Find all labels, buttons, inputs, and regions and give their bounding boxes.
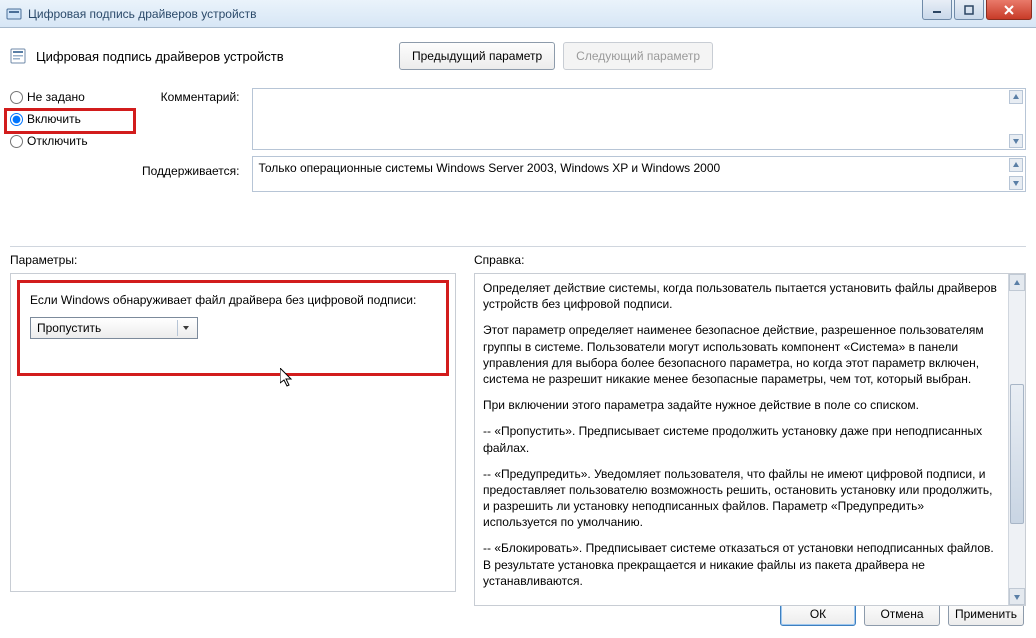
minimize-button[interactable] — [922, 0, 952, 20]
vertical-scrollbar[interactable] — [1008, 274, 1025, 605]
highlight-annotation: Если Windows обнаруживает файл драйвера … — [17, 280, 449, 376]
radio-not-configured-label: Не задано — [27, 90, 85, 104]
help-heading: Справка: — [474, 253, 1026, 267]
comment-field[interactable] — [252, 88, 1027, 150]
parameters-panel: Если Windows обнаруживает файл драйвера … — [10, 273, 456, 592]
radio-not-configured[interactable]: Не задано — [10, 90, 130, 104]
radio-disabled[interactable]: Отключить — [10, 134, 130, 148]
app-icon — [6, 6, 22, 22]
supported-label: Поддерживается: — [142, 164, 240, 178]
radio-not-configured-input[interactable] — [10, 91, 23, 104]
maximize-button[interactable] — [954, 0, 984, 20]
window-title: Цифровая подпись драйверов устройств — [28, 7, 257, 21]
chevron-down-icon — [177, 320, 193, 336]
action-dropdown[interactable]: Пропустить — [30, 317, 198, 339]
titlebar: Цифровая подпись драйверов устройств — [0, 0, 1036, 28]
help-paragraph: -- «Пропустить». Предписывает системе пр… — [483, 423, 1000, 455]
scroll-up-icon[interactable] — [1009, 274, 1025, 291]
help-panel: Определяет действие системы, когда польз… — [474, 273, 1026, 606]
parameters-heading: Параметры: — [10, 253, 456, 267]
radio-enabled-label: Включить — [27, 112, 81, 126]
next-setting-button: Следующий параметр — [563, 42, 713, 70]
scroll-down-icon[interactable] — [1009, 134, 1023, 148]
supported-on-value: Только операционные системы Windows Serv… — [259, 161, 721, 175]
close-button[interactable] — [986, 0, 1032, 20]
section-divider — [10, 246, 1026, 247]
policy-header: Цифровая подпись драйверов устройств Пре… — [10, 42, 1026, 70]
help-paragraph: Определяет действие системы, когда польз… — [483, 280, 1000, 312]
help-paragraph: -- «Предупредить». Уведомляет пользовате… — [483, 466, 1000, 531]
radio-enabled-input[interactable] — [10, 113, 23, 126]
action-dropdown-value: Пропустить — [37, 321, 101, 335]
comment-label: Комментарий: — [142, 90, 240, 104]
parameter-prompt: Если Windows обнаруживает файл драйвера … — [30, 293, 436, 307]
policy-title: Цифровая подпись драйверов устройств — [36, 49, 391, 64]
radio-disabled-input[interactable] — [10, 135, 23, 148]
help-paragraph: Этот параметр определяет наименее безопа… — [483, 322, 1000, 387]
radio-enabled[interactable]: Включить — [10, 112, 130, 126]
supported-on-field: Только операционные системы Windows Serv… — [252, 156, 1027, 192]
scroll-down-icon[interactable] — [1009, 176, 1023, 190]
scroll-down-icon[interactable] — [1009, 588, 1025, 605]
help-text: Определяет действие системы, когда польз… — [475, 274, 1008, 605]
help-paragraph: При включении этого параметра задайте ну… — [483, 397, 1000, 413]
help-paragraph: -- «Блокировать». Предписывает системе о… — [483, 540, 1000, 589]
scrollbar-thumb[interactable] — [1010, 384, 1024, 524]
scroll-up-icon[interactable] — [1009, 158, 1023, 172]
previous-setting-button[interactable]: Предыдущий параметр — [399, 42, 555, 70]
radio-disabled-label: Отключить — [27, 134, 88, 148]
scroll-up-icon[interactable] — [1009, 90, 1023, 104]
policy-icon — [10, 47, 28, 65]
